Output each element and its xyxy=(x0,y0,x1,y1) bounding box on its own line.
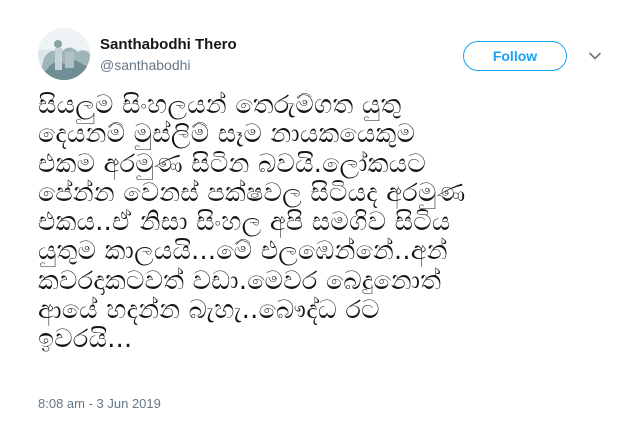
author-display-name[interactable]: Santhabodhi Thero xyxy=(100,36,237,54)
author-names: Santhabodhi Thero @santhabodhi xyxy=(100,36,237,74)
tweet-text: සියලුම සිංහලයන් තෙරුම්ගත යුතු දෙයනම් මුස… xyxy=(38,90,466,355)
tweet-header: Santhabodhi Thero @santhabodhi Follow xyxy=(38,28,608,88)
chevron-down-icon[interactable] xyxy=(587,48,603,64)
avatar[interactable] xyxy=(38,28,90,80)
author-handle[interactable]: @santhabodhi xyxy=(100,56,237,74)
avatar-image-icon xyxy=(38,28,90,80)
tweet-timestamp[interactable]: 8:08 am - 3 Jun 2019 xyxy=(38,396,161,412)
tweet-card: Santhabodhi Thero @santhabodhi Follow සි… xyxy=(0,0,640,424)
follow-button[interactable]: Follow xyxy=(463,41,567,71)
